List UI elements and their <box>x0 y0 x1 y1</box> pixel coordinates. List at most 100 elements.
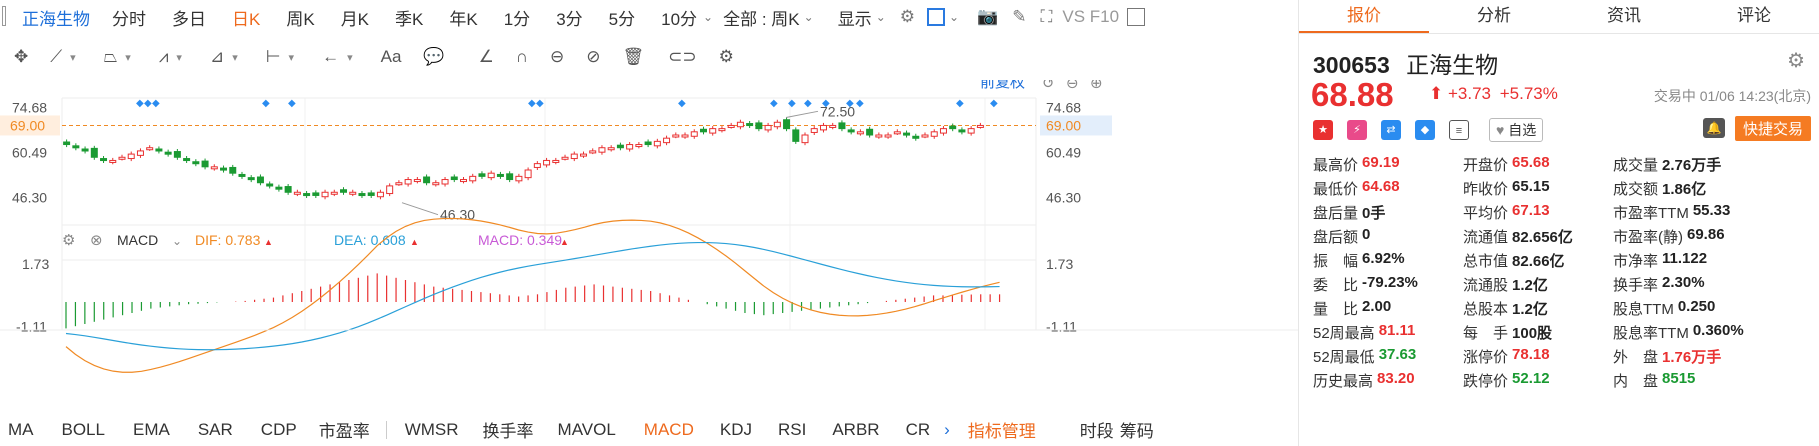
tab-ma[interactable]: MA <box>8 420 34 440</box>
tab-cdp[interactable]: CDP <box>261 420 297 440</box>
text-tool-icon[interactable]: Aa <box>381 47 402 67</box>
tab-macd[interactable]: MACD <box>644 420 694 440</box>
candle-body <box>810 128 818 133</box>
chevron-down-icon[interactable]: ▾ <box>289 51 295 64</box>
tab-kdj[interactable]: KDJ <box>720 420 752 440</box>
quick-trade-button[interactable]: 快捷交易 <box>1734 116 1811 141</box>
chevron-down-icon[interactable]: ⌄ <box>804 10 814 24</box>
quote-value: 1.2亿 <box>1512 276 1548 294</box>
move-icon[interactable]: ✥ <box>14 47 28 67</box>
candle-body <box>903 132 911 136</box>
tab-period[interactable]: 时段 <box>1080 417 1114 442</box>
arrow-tool-icon[interactable]: ← <box>322 47 339 67</box>
add-favorite-button[interactable]: ♥ 自选 <box>1489 118 1544 142</box>
quote-value: 82.656亿 <box>1512 228 1573 246</box>
pencil-icon[interactable]: ✎ <box>1012 7 1026 27</box>
tab-3fen[interactable]: 3分 <box>556 5 582 30</box>
event-marker: ◆ <box>956 98 964 109</box>
camera-icon[interactable]: 📷 <box>977 7 998 27</box>
tab-cr[interactable]: CR <box>906 420 931 440</box>
chevron-down-icon[interactable]: ▾ <box>125 51 131 64</box>
shuffle-icon[interactable]: ⇄ <box>1381 120 1401 140</box>
candle-body <box>293 191 301 195</box>
chevron-right-icon[interactable]: › <box>944 420 950 440</box>
comment-tool-icon[interactable]: 💬 <box>423 47 444 67</box>
color-square-icon[interactable] <box>927 8 945 26</box>
tab-sar[interactable]: SAR <box>198 420 233 440</box>
fullscreen-icon[interactable]: ⛶ <box>1040 7 1052 27</box>
tag-icon[interactable]: ◆ <box>1415 120 1435 140</box>
line-tool-icon[interactable]: ⟋ <box>50 47 62 67</box>
tab-1fen[interactable]: 1分 <box>504 5 530 30</box>
candle-body <box>561 156 569 160</box>
tab-boll[interactable]: BOLL <box>62 420 105 440</box>
tab-ema[interactable]: EMA <box>133 420 170 440</box>
tab-comments[interactable]: 评论 <box>1689 0 1819 33</box>
tab-niank[interactable]: 年K <box>449 5 477 30</box>
tab-zhouk[interactable]: 周K <box>286 5 314 30</box>
tab-arbr[interactable]: ARBR <box>832 420 879 440</box>
close-icon: ⊗ <box>90 232 103 249</box>
tab-quote[interactable]: 报价 <box>1299 0 1429 33</box>
tab-rsi[interactable]: RSI <box>778 420 806 440</box>
cn-flag-icon[interactable]: ★ <box>1313 120 1333 140</box>
lightning-icon[interactable]: ⚡ <box>1347 120 1367 140</box>
tab-yuek[interactable]: 月K <box>341 5 369 30</box>
tab-mavol[interactable]: MAVOL <box>558 420 616 440</box>
vs-f10-button[interactable]: VS F10 <box>1062 7 1119 27</box>
candle-body <box>90 147 98 158</box>
chart-svg[interactable]: 前复权 ↺ ⊖ ⊕ 74.68 74.68 60.49 60.49 46.30 46.30 69.0… <box>0 73 1298 410</box>
bell-icon[interactable]: 🔔 <box>1703 118 1725 138</box>
display-button[interactable]: 显示 <box>838 5 872 30</box>
tab-chips[interactable]: 筹码 <box>1120 417 1154 442</box>
event-marker: ◆ <box>804 98 812 109</box>
chevron-down-icon[interactable]: ▾ <box>70 51 76 64</box>
tab-turnover[interactable]: 换手率 <box>483 417 534 442</box>
note-icon[interactable]: ≡ <box>1449 120 1469 140</box>
lock-icon[interactable]: ⊖ <box>550 47 564 67</box>
quote-cell: 换手率 2.30% <box>1613 274 1813 295</box>
gear-icon[interactable]: ⚙ <box>1787 48 1805 73</box>
link-icon[interactable]: ⊂⊃ <box>668 47 697 67</box>
tab-news[interactable]: 资讯 <box>1559 0 1689 33</box>
y-axis-label-right: 74.68 <box>1046 99 1081 115</box>
indicator-manage-button[interactable]: 指标管理 <box>968 417 1036 442</box>
quote-value: 65.15 <box>1512 177 1550 195</box>
chevron-down-icon[interactable]: ⌄ <box>703 10 713 24</box>
tab-5fen[interactable]: 5分 <box>609 5 635 30</box>
tab-wmsr[interactable]: WMSR <box>405 420 459 440</box>
candle-body <box>589 150 597 154</box>
tab-jik[interactable]: 季K <box>395 5 423 30</box>
candle-body <box>478 173 486 177</box>
tab-10fen[interactable]: 10分 <box>661 5 697 30</box>
tab-analysis[interactable]: 分析 <box>1429 0 1559 33</box>
magnet-icon[interactable]: ∩ <box>516 47 528 67</box>
tab-duori[interactable]: 多日 <box>172 5 206 30</box>
chevron-down-icon[interactable]: ▾ <box>232 51 238 64</box>
tab-fenshi[interactable]: 分时 <box>112 5 146 30</box>
sidebar-toggle-icon[interactable] <box>1127 8 1146 26</box>
channel-tool-icon[interactable]: ⏢ <box>104 47 118 67</box>
range-select[interactable]: 全部 : 周K <box>723 5 800 30</box>
wave-tool-icon[interactable]: ⩘ <box>159 47 169 67</box>
chevron-down-icon[interactable]: ⌄ <box>876 10 886 24</box>
candle-body <box>136 150 144 156</box>
hide-icon[interactable]: ⊘ <box>586 47 600 67</box>
quote-cell: 昨收价 65.15 <box>1463 178 1613 199</box>
measure-tool-icon[interactable]: ⊢ <box>266 47 281 67</box>
fib-tool-icon[interactable]: ⊿ <box>210 47 224 67</box>
tab-pe[interactable]: 市盈率 <box>319 417 370 442</box>
candle-body <box>635 144 643 148</box>
chevron-down-icon[interactable]: ▾ <box>176 51 182 64</box>
tab-rik[interactable]: 日K <box>232 5 260 30</box>
angle-tool-icon[interactable]: ∠ <box>479 47 494 67</box>
stock-name-link[interactable]: 正海生物 <box>22 5 90 30</box>
gear-icon[interactable]: ⚙ <box>719 47 734 67</box>
gear-icon[interactable]: ⚙ <box>900 7 915 27</box>
quote-label: 成交额 <box>1613 180 1659 198</box>
chevron-down-icon[interactable]: ⌄ <box>949 10 959 24</box>
chevron-down-icon[interactable]: ▾ <box>347 51 353 64</box>
candle-body <box>856 131 864 135</box>
trash-icon[interactable]: 🗑 <box>623 47 645 67</box>
kline-chart[interactable]: 前复权 ↺ ⊖ ⊕ 74.68 74.68 60.49 60.49 46.30 46.30 69.0… <box>0 73 1298 410</box>
